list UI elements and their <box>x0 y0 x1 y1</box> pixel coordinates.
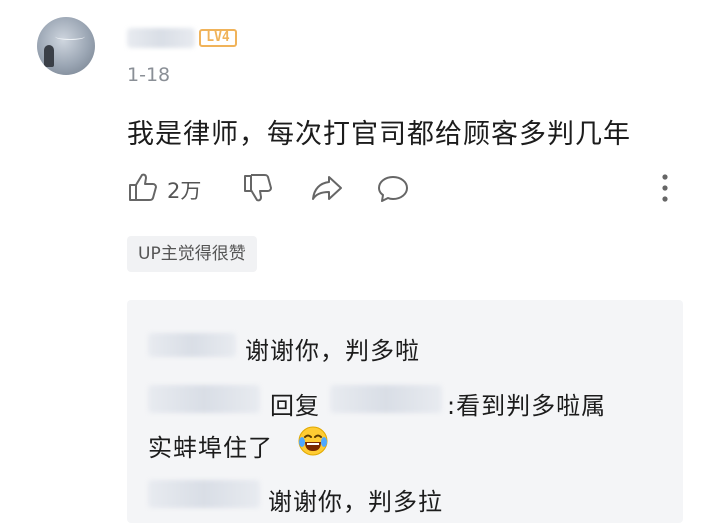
reply-text: 谢谢你，判多拉 <box>268 488 443 516</box>
commenter-avatar[interactable] <box>37 17 95 75</box>
laughing-crying-emoji-icon <box>298 426 328 456</box>
like-count: 2万 <box>167 179 202 203</box>
reply-text: 谢谢你，判多啦 <box>245 337 420 365</box>
vertical-ellipsis-icon[interactable] <box>658 172 672 204</box>
reply-username-blurred[interactable] <box>148 333 236 357</box>
reply-username-blurred[interactable] <box>148 480 260 508</box>
comment-action-bar <box>0 165 719 209</box>
up-liked-badge: UP主觉得很赞 <box>127 236 257 272</box>
mentioned-username-blurred[interactable] <box>330 385 442 413</box>
avatar-signature <box>55 33 85 40</box>
commenter-username-blurred[interactable] <box>127 28 195 48</box>
reply-username-blurred[interactable] <box>148 385 260 413</box>
level-badge: LV4 <box>199 29 237 47</box>
reply-text-continued: 实蚌埠住了 <box>148 434 273 462</box>
reply-text: :看到判多啦属 <box>447 392 607 420</box>
avatar-figure <box>44 45 54 67</box>
reply-word: 回复 <box>270 392 320 420</box>
comment-date: 1-18 <box>127 64 171 86</box>
share-arrow-icon[interactable] <box>310 172 344 204</box>
thumbs-up-icon[interactable] <box>127 171 159 203</box>
speech-bubble-icon[interactable] <box>376 173 410 205</box>
thumbs-down-icon[interactable] <box>242 172 274 204</box>
comment-text: 我是律师，每次打官司都给顾客多判几年 <box>127 119 631 150</box>
